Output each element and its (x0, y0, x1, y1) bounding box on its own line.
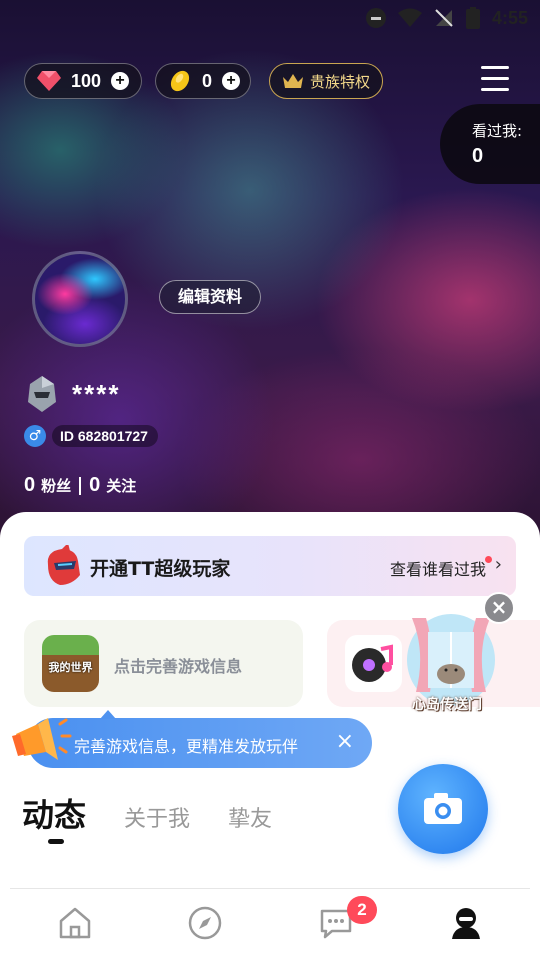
following-count[interactable]: 0 (89, 474, 100, 497)
bottom-nav-divider (10, 888, 530, 889)
battery-icon (465, 7, 480, 29)
close-portal-button[interactable]: × (483, 592, 515, 624)
fans-count[interactable]: 0 (24, 474, 35, 497)
user-id[interactable]: ID 682801727 (52, 425, 158, 447)
post-camera-button[interactable] (398, 764, 488, 854)
who-viewed-me-link[interactable]: 查看谁看过我 (390, 556, 486, 580)
camera-icon (424, 793, 462, 824)
profile-icon[interactable] (448, 905, 484, 941)
gem-balance-pill[interactable]: 100 + (24, 63, 142, 99)
stats-divider (79, 476, 82, 495)
active-tab-indicator (48, 839, 64, 844)
new-dot (485, 556, 492, 563)
add-gems-icon[interactable]: + (111, 72, 130, 90)
minecraft-icon: 我的世界 (42, 635, 99, 692)
wifi-icon (397, 8, 422, 27)
follow-stats: 0 粉丝 0 关注 (24, 474, 136, 497)
tab-moments[interactable]: 动态 (22, 790, 86, 836)
viewed-me-count: 0 (472, 145, 484, 167)
tooltip-text: 完善游戏信息，更精准发放玩伴 (74, 737, 299, 756)
do-not-disturb-icon (365, 8, 386, 28)
knight-helmet-icon (28, 376, 56, 412)
vip-banner[interactable]: 开通TT超级玩家 查看谁看过我 › (24, 536, 516, 596)
gem-count: 100 (71, 70, 102, 91)
male-icon: ♂ (24, 425, 46, 447)
add-beans-icon[interactable]: + (222, 72, 241, 90)
status-bar: 4:55 (365, 6, 528, 30)
username-row: **** (24, 374, 120, 414)
minecraft-icon-label: 我的世界 (48, 661, 93, 674)
status-time: 4:55 (491, 7, 528, 28)
discover-compass-icon[interactable] (187, 905, 223, 941)
viewed-me-label: 看过我: (472, 122, 523, 140)
music-app-icon (345, 635, 402, 692)
user-id-row: ♂ ID 682801727 (24, 425, 158, 447)
close-tooltip-icon[interactable]: × (336, 729, 354, 754)
portal-label: 心岛传送门 (412, 697, 482, 713)
tab-best-friends[interactable]: 挚友 (228, 801, 272, 833)
bean-count: 0 (202, 70, 213, 91)
username: **** (72, 378, 121, 409)
no-signal-icon (435, 9, 453, 27)
edit-profile-button[interactable]: 编辑资料 (159, 280, 261, 314)
viewed-me-panel[interactable]: 看过我: 0 (440, 104, 540, 184)
following-label[interactable]: 关注 (106, 475, 136, 496)
tab-about-me[interactable]: 关于我 (124, 801, 190, 833)
messages-badge: 2 (347, 896, 377, 924)
fans-label[interactable]: 粉丝 (41, 475, 71, 496)
bean-icon (170, 70, 190, 92)
bean-balance-pill[interactable]: 0 + (155, 63, 251, 99)
diamond-icon (37, 71, 61, 91)
menu-icon[interactable] (481, 66, 509, 92)
noble-privilege-button[interactable]: 贵族特权 (269, 63, 383, 99)
crown-icon (283, 74, 303, 88)
game-info-card[interactable]: 我的世界 点击完善游戏信息 (24, 620, 303, 707)
profile-tabs: 动态 关于我 挚友 (22, 790, 272, 836)
noble-label: 贵族特权 (310, 73, 371, 91)
game-info-tooltip: 完善游戏信息，更精准发放玩伴 × (28, 710, 372, 768)
avatar[interactable] (32, 251, 128, 347)
home-icon[interactable] (57, 905, 93, 941)
game-info-prompt: 点击完善游戏信息 (114, 657, 243, 676)
chevron-right-icon: › (494, 554, 502, 575)
vip-banner-label: 开通TT超级玩家 (90, 558, 231, 580)
tt-mascot-icon (47, 545, 80, 585)
megaphone-icon (12, 718, 72, 760)
